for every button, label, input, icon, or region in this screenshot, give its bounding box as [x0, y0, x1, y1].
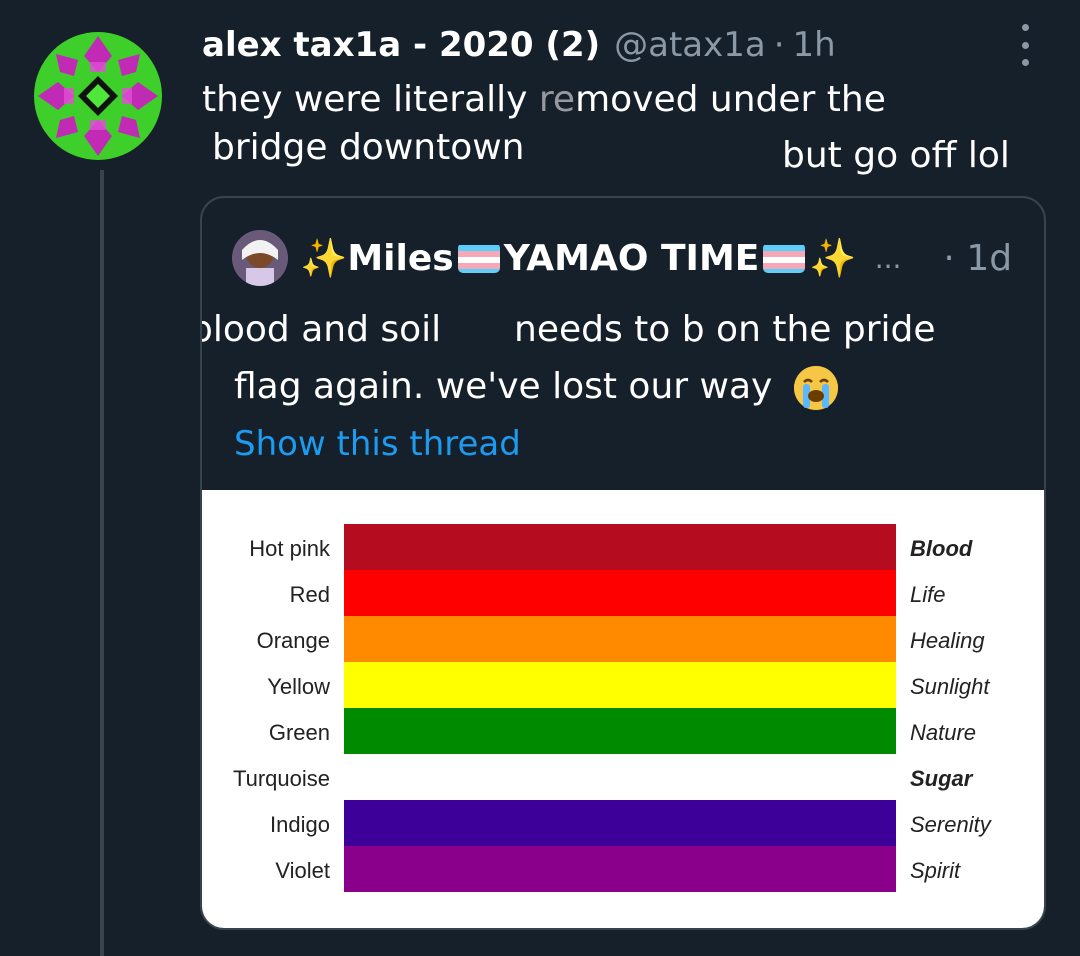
- flag-stripe: [344, 524, 896, 570]
- quoted-tweet-header: ✨ Miles YAMAO TIME ✨ ... · 1d: [300, 234, 1012, 282]
- quoted-text-line-2: flag again. we've lost our way: [234, 366, 838, 410]
- quoted-tweet-timestamp[interactable]: 1d: [966, 238, 1012, 279]
- sparkles-icon: ✨: [809, 235, 857, 280]
- tweet-text-segment: moved under the: [575, 79, 886, 120]
- flag-color-name-label: Green: [268, 720, 330, 745]
- flag-stripe: [344, 708, 896, 754]
- flag-stripe: [344, 846, 896, 892]
- flag-meaning-label: Nature: [910, 720, 977, 745]
- transgender-flag-icon: [763, 243, 806, 273]
- transgender-flag-icon: [457, 243, 500, 273]
- flag-stripe: [344, 570, 896, 616]
- quoted-author-name-middle: YAMAO TIME: [503, 237, 760, 279]
- flag-stripe: [344, 754, 896, 800]
- show-this-thread-link[interactable]: Show this thread: [234, 424, 521, 464]
- flag-color-name-label: Red: [289, 582, 330, 607]
- tweet-text-line-2: bridge downtown: [212, 127, 525, 168]
- flag-meaning-label: Life: [910, 582, 946, 607]
- flag-color-name-label: Turquoise: [232, 766, 330, 791]
- quoted-text-segment-2: needs to b on the pride: [514, 309, 936, 350]
- flag-stripe: [344, 662, 896, 708]
- quoted-text-segment-1: blood and soil: [200, 309, 442, 350]
- cartoon-avatar-icon: [232, 230, 288, 286]
- tweet-text-line-3: but go off lol: [782, 135, 1010, 176]
- flag-color-name-label: Indigo: [270, 812, 330, 837]
- flag-meaning-label: Spirit: [910, 858, 961, 883]
- header-separator: ·: [773, 25, 785, 65]
- flag-color-name-label: Hot pink: [249, 536, 330, 561]
- flag-meaning-label: Serenity: [910, 812, 991, 837]
- tweet-text-line-1: they were literally removed under the: [202, 82, 886, 118]
- flag-color-name-label: Violet: [275, 858, 330, 883]
- flag-stripe: [344, 616, 896, 662]
- quoted-tweet-image[interactable]: Hot pink Blood Red Life Orange Healing Yellow S…: [202, 490, 1044, 928]
- more-options-icon[interactable]: [1010, 24, 1040, 66]
- quoted-tweet-card[interactable]: ✨ Miles YAMAO TIME ✨ ... · 1d blood and …: [200, 196, 1046, 930]
- quoted-author-avatar[interactable]: [232, 230, 288, 286]
- tweet-header: alex tax1a - 2020 (2) @atax1a · 1h: [202, 20, 836, 70]
- flag-stripe: [344, 800, 896, 846]
- flag-color-name-label: Orange: [256, 628, 330, 653]
- tweet-text-segment: they were literally: [202, 79, 539, 120]
- tweet-text-overlay-wrap: re: [539, 79, 575, 120]
- flag-color-name-label: Yellow: [267, 674, 330, 699]
- author-avatar[interactable]: [34, 32, 162, 160]
- tweet-timestamp[interactable]: 1h: [793, 25, 836, 65]
- quoted-header-separator: ·: [943, 237, 955, 279]
- quoted-text-line-2-text: flag again. we've lost our way: [234, 366, 773, 407]
- sparkles-icon: ✨: [300, 235, 348, 280]
- flag-meaning-label: Sugar: [910, 766, 973, 791]
- loudly-crying-face-icon: [793, 366, 838, 410]
- flag-meaning-label: Sunlight: [910, 674, 990, 699]
- tweet-text-overlay: re: [538, 79, 576, 120]
- thread-connector-line: [100, 170, 104, 956]
- quoted-author-name-text: Miles: [347, 237, 454, 279]
- flag-meaning-label: Healing: [910, 628, 985, 653]
- name-truncation-ellipsis: ...: [874, 241, 902, 275]
- quoted-author-name[interactable]: ✨ Miles YAMAO TIME ✨: [300, 236, 857, 281]
- kaleidoscope-avatar-icon: [34, 32, 162, 160]
- quoted-tweet-time-wrap: · 1d: [943, 238, 1012, 279]
- flag-meaning-label: Blood: [910, 536, 973, 561]
- author-display-name[interactable]: alex tax1a - 2020 (2): [202, 25, 600, 65]
- author-handle[interactable]: @atax1a: [614, 25, 766, 65]
